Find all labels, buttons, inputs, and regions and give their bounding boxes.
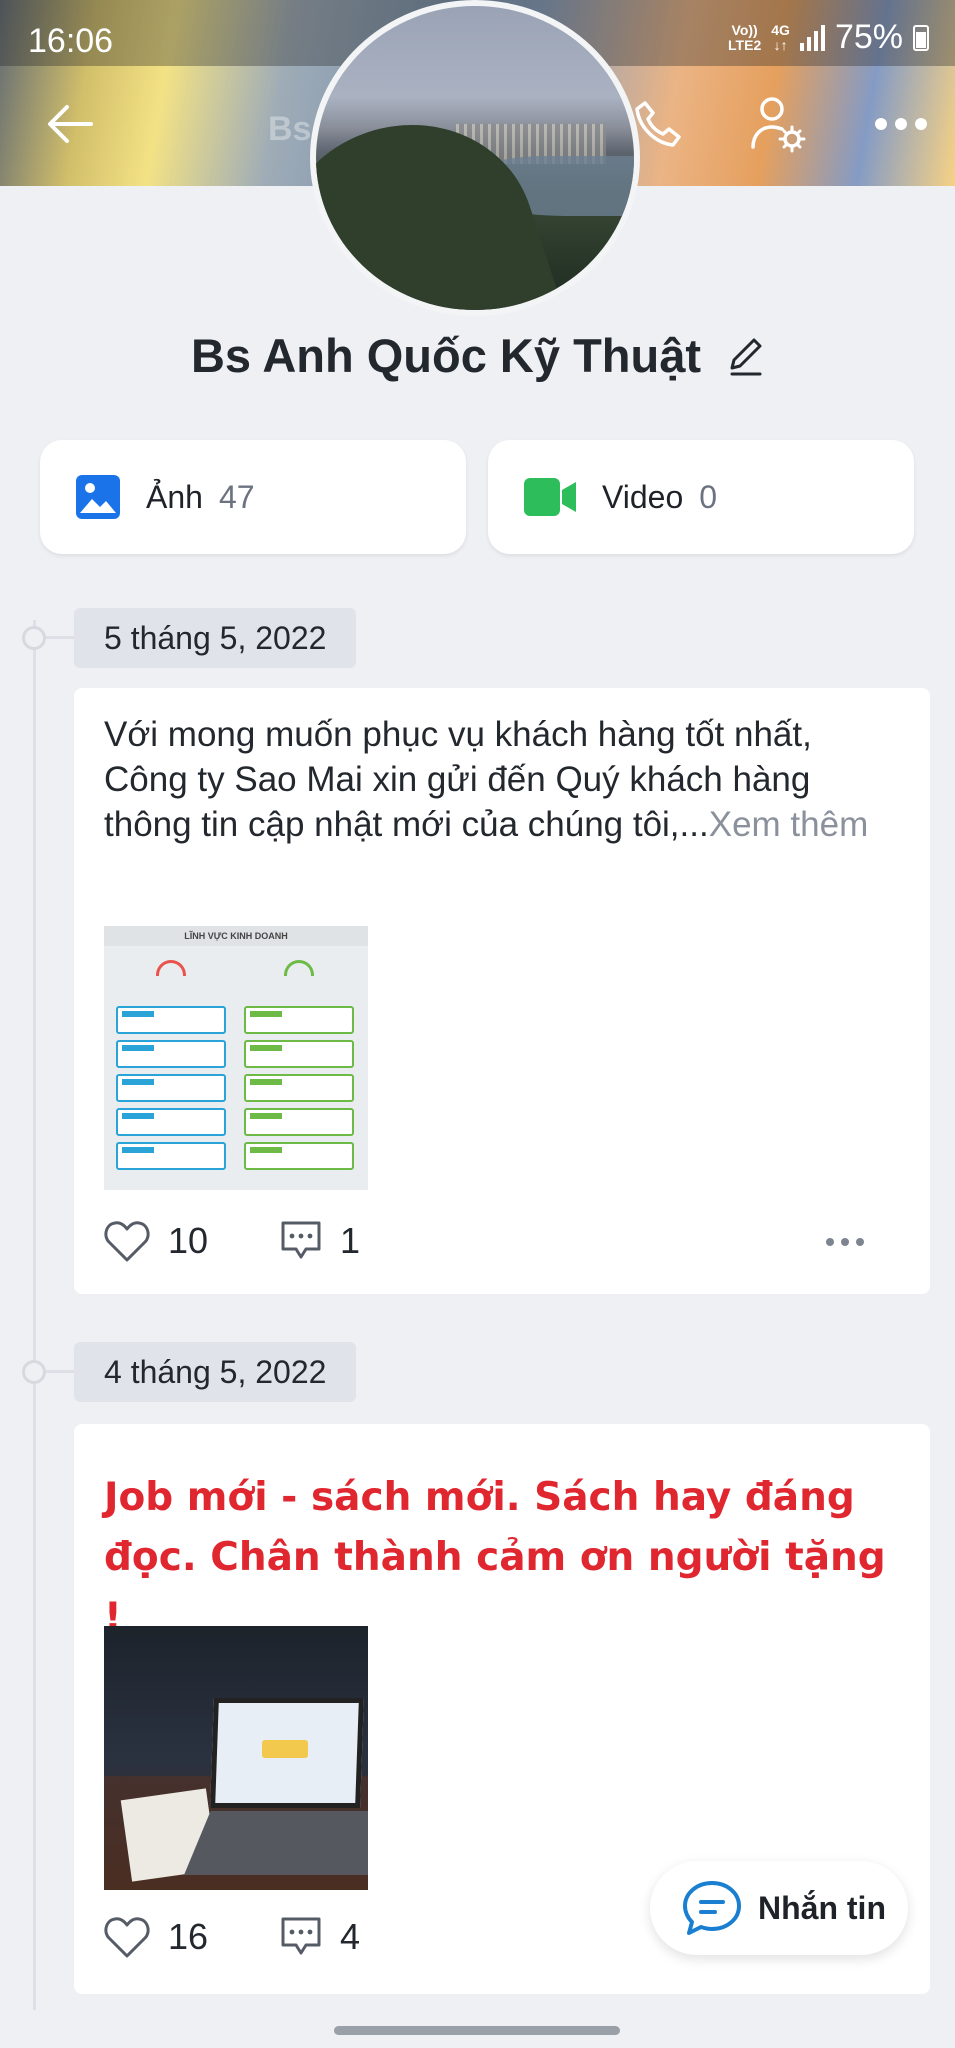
videos-card[interactable]: Video 0 — [488, 440, 914, 554]
heart-icon — [104, 1917, 150, 1958]
logo-icon — [156, 960, 186, 976]
phone-icon — [635, 101, 681, 147]
video-camera-icon — [524, 478, 576, 516]
infographic-title: LĨNH VỰC KINH DOANH — [104, 926, 368, 946]
logo-icon — [284, 960, 314, 976]
volte-indicator: Vo)) LTE2 — [728, 21, 762, 53]
post-more-button[interactable] — [826, 1238, 864, 1246]
edit-name-button[interactable] — [728, 332, 764, 387]
more-horizontal-icon — [875, 118, 927, 130]
timeline-line — [33, 620, 36, 2040]
photos-count: 47 — [218, 478, 255, 515]
status-icons: Vo)) LTE2 4G ↓↑ 75% — [728, 18, 929, 57]
more-options-button[interactable] — [866, 94, 936, 154]
heart-icon — [104, 1221, 150, 1262]
timeline-connector — [46, 1370, 74, 1373]
comment-button[interactable]: 4 — [280, 1916, 360, 1958]
arrow-left-icon — [48, 105, 93, 143]
post-image[interactable] — [104, 1626, 368, 1890]
timeline-dot — [22, 1360, 46, 1384]
see-more-link[interactable]: Xem thêm — [709, 805, 869, 844]
message-button-label: Nhắn tin — [758, 1889, 886, 1926]
comment-button[interactable]: 1 — [280, 1220, 360, 1262]
user-settings-icon — [751, 97, 806, 153]
profile-avatar[interactable] — [310, 0, 640, 316]
comment-icon — [281, 1917, 321, 1955]
like-count: 10 — [168, 1220, 209, 1261]
post-text-body: Với mong muốn phục vụ khách hàng tốt nhấ… — [104, 715, 812, 844]
post-text[interactable]: Với mong muốn phục vụ khách hàng tốt nhấ… — [104, 712, 904, 847]
like-count: 16 — [168, 1916, 209, 1957]
post-image[interactable]: LĨNH VỰC KINH DOANH — [104, 926, 368, 1190]
network-type-indicator: 4G ↓↑ — [771, 21, 790, 53]
profile-name: Bs Anh Quốc Kỹ Thuật — [190, 329, 701, 382]
videos-label: Video — [602, 478, 684, 515]
chat-bubble-icon — [683, 1881, 741, 1935]
profile-settings-button[interactable] — [748, 92, 808, 156]
videos-count: 0 — [699, 478, 718, 515]
post-date: 4 tháng 5, 2022 — [74, 1342, 357, 1402]
timeline-connector — [46, 636, 74, 639]
volte-bottom: LTE2 — [728, 36, 762, 53]
home-indicator[interactable] — [334, 2026, 620, 2035]
like-button[interactable]: 16 — [104, 1916, 208, 1958]
signal-icon — [799, 24, 825, 51]
data-arrows-icon: ↓↑ — [773, 36, 788, 53]
timeline-dot — [22, 626, 46, 650]
photos-label: Ảnh — [146, 478, 203, 515]
like-button[interactable]: 10 — [104, 1220, 208, 1262]
profile-name-row: Bs Anh Quốc Kỹ Thuật — [0, 328, 955, 387]
comment-count: 1 — [340, 1220, 361, 1261]
post-card[interactable]: Với mong muốn phục vụ khách hàng tốt nhấ… — [74, 688, 930, 1294]
comment-count: 4 — [340, 1916, 361, 1957]
volte-top: Vo)) — [731, 21, 758, 38]
post-text[interactable]: Job mới - sách mới. Sách hay đáng đọc. C… — [104, 1468, 904, 1648]
comment-icon — [281, 1221, 321, 1259]
battery-percent: 75% — [834, 18, 903, 56]
network-type: 4G — [771, 21, 790, 38]
post-actions: 10 1 — [104, 1220, 904, 1280]
pencil-icon — [730, 338, 762, 376]
photos-card[interactable]: Ảnh 47 — [40, 440, 466, 554]
back-button[interactable] — [40, 94, 100, 154]
status-time: 16:06 — [28, 22, 114, 60]
post-date: 5 tháng 5, 2022 — [74, 608, 357, 668]
message-button[interactable]: Nhắn tin — [650, 1861, 908, 1955]
image-icon — [76, 475, 120, 519]
battery-icon — [913, 24, 929, 51]
